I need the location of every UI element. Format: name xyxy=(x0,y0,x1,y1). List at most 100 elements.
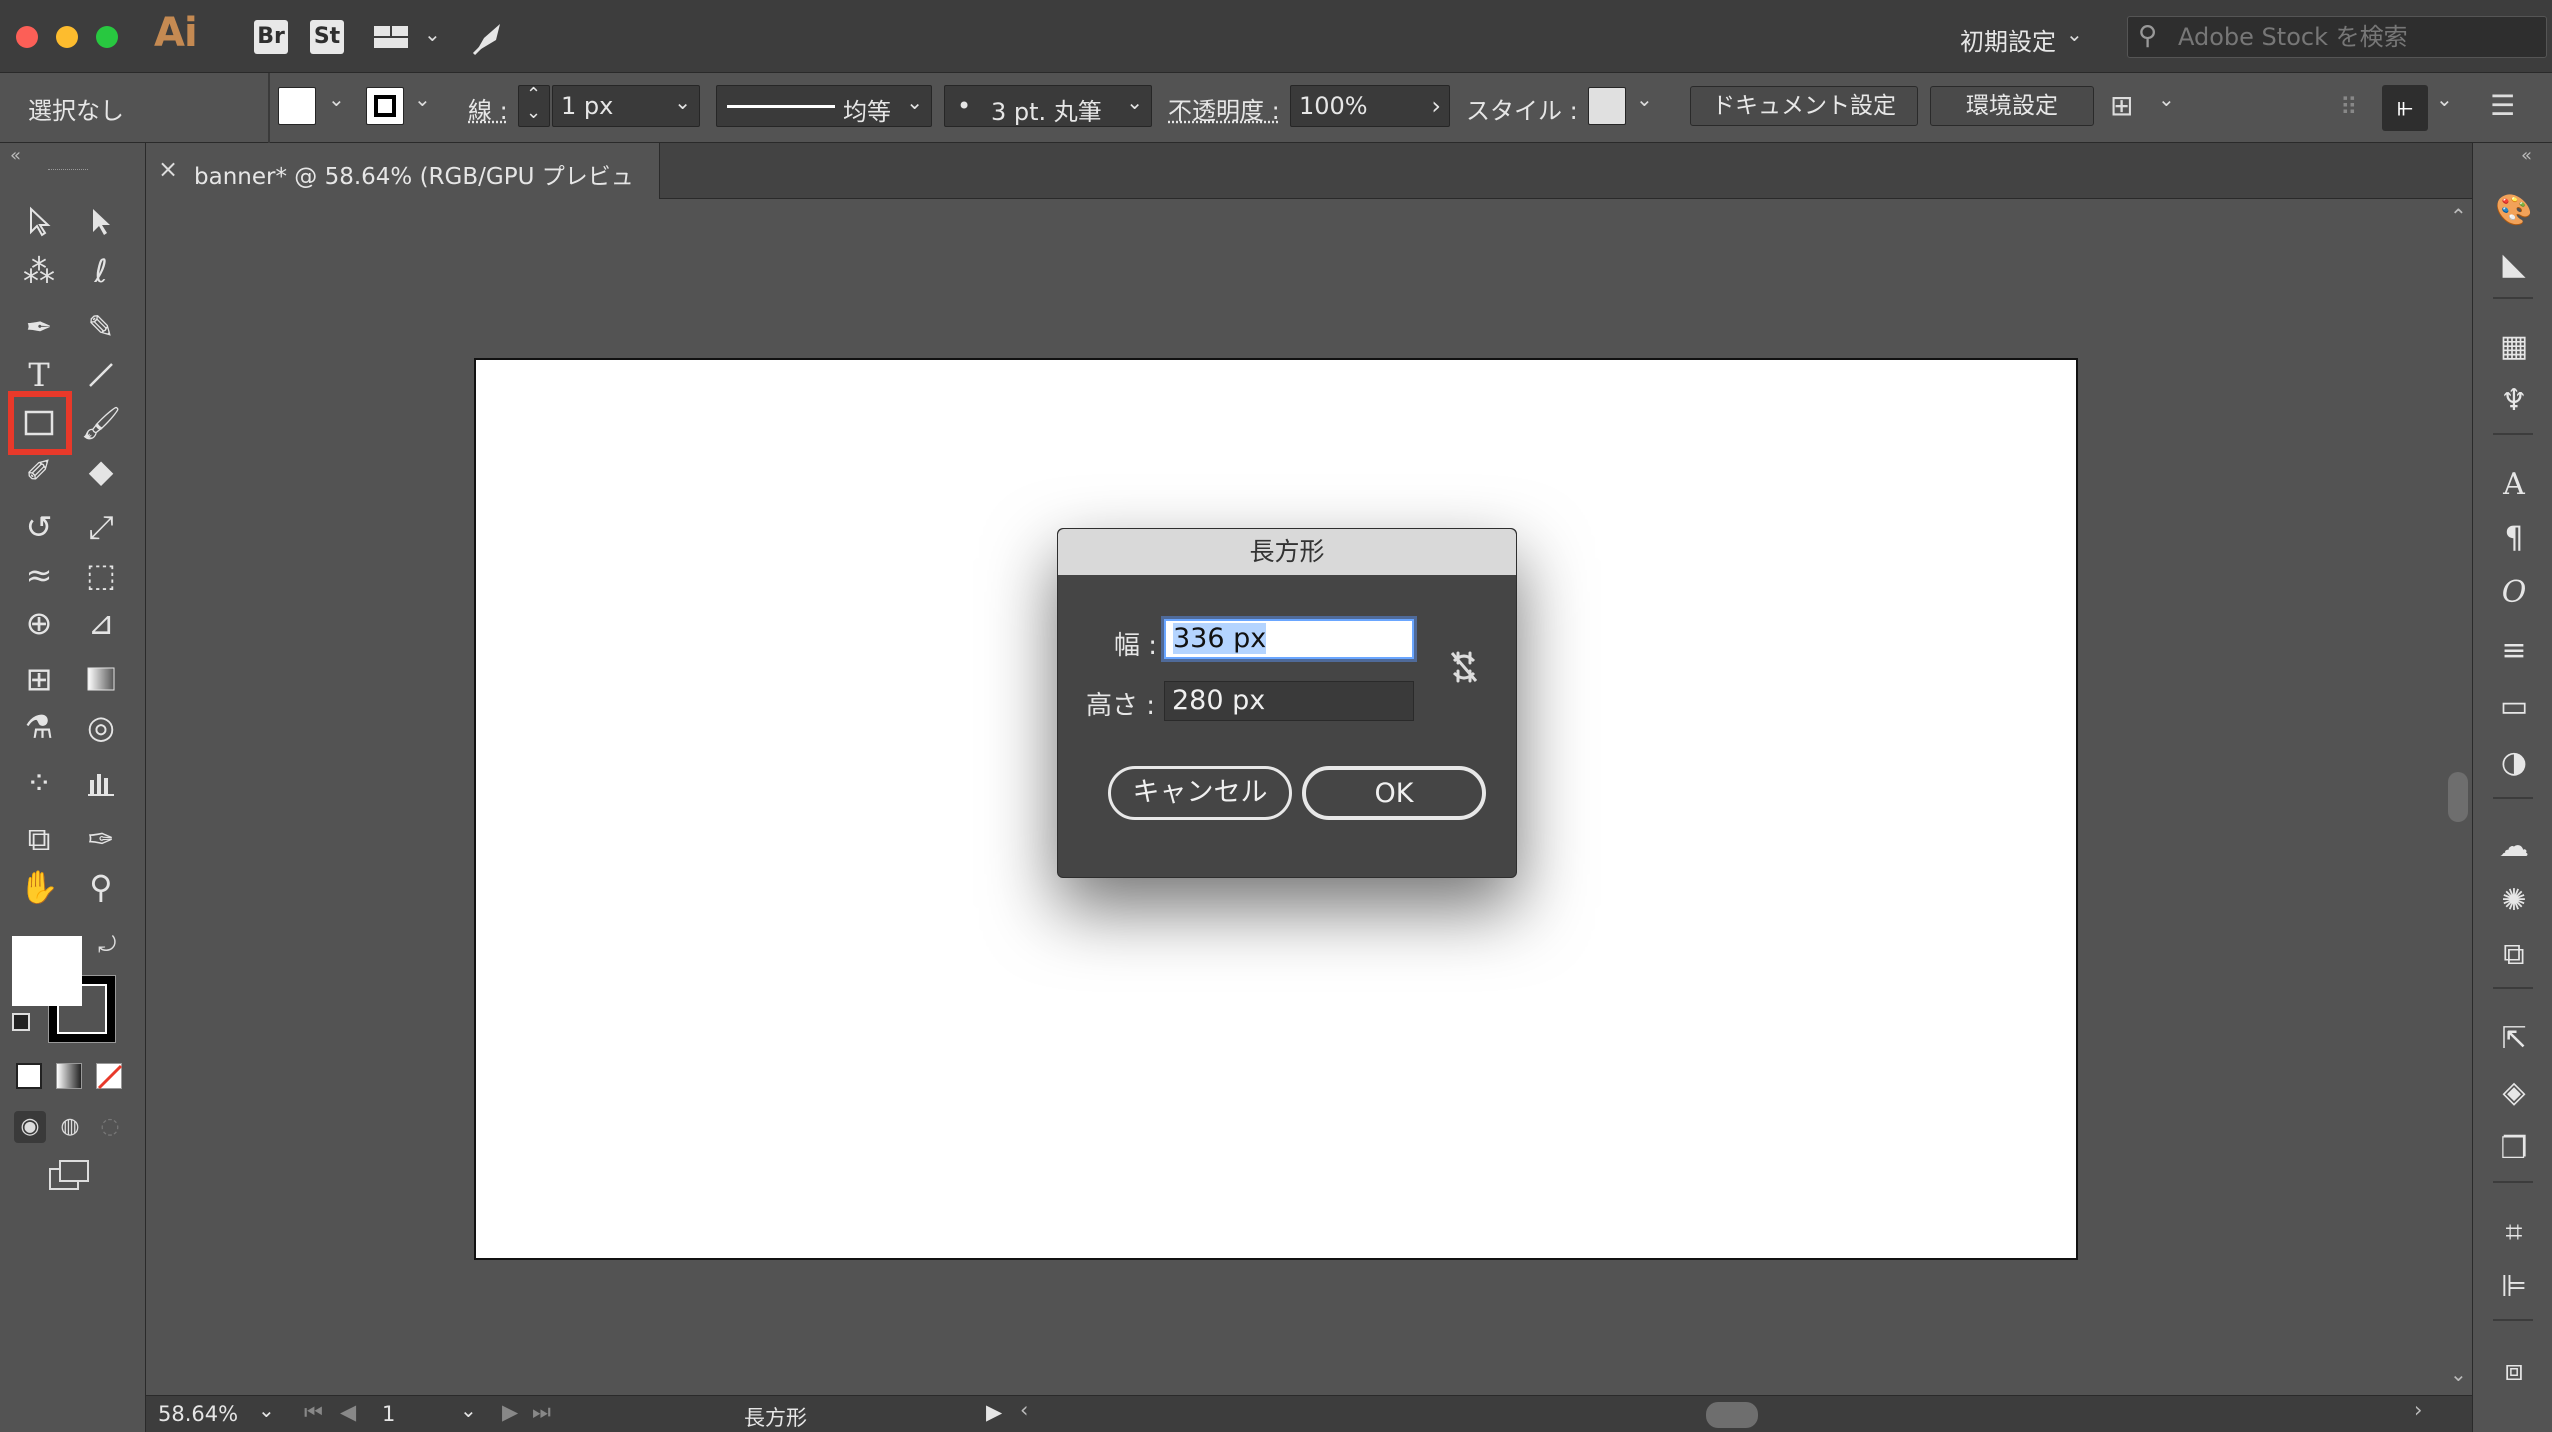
shaper-tool-icon[interactable]: ✐ xyxy=(14,449,64,493)
chevron-down-icon[interactable]: ⌄ xyxy=(258,1398,275,1422)
chevron-down-icon[interactable]: ⌄ xyxy=(328,87,345,111)
magic-wand-tool-icon[interactable]: ⁂ xyxy=(14,249,64,293)
align-to-icon[interactable]: ⊞ xyxy=(2110,89,2150,129)
chevron-down-icon[interactable]: ⌄ xyxy=(2158,87,2175,111)
ok-button[interactable]: OK xyxy=(1302,766,1486,820)
eraser-tool-icon[interactable]: ◆ xyxy=(76,449,126,493)
stock-search-box[interactable]: ⚲ xyxy=(2127,16,2547,58)
zoom-tool-icon[interactable]: ⚲ xyxy=(76,865,126,909)
shape-builder-tool-icon[interactable]: ⊕ xyxy=(14,601,64,645)
panel-menu-icon[interactable]: ☰ xyxy=(2490,89,2515,122)
horizontal-scroll-thumb[interactable] xyxy=(1706,1402,1758,1428)
draw-normal-icon[interactable]: ◉ xyxy=(14,1111,46,1143)
perspective-grid-tool-icon[interactable]: ⊿ xyxy=(76,601,126,645)
vertical-scrollbar[interactable]: ⌃ ⌄ xyxy=(2446,200,2472,1395)
mesh-tool-icon[interactable]: ⊞ xyxy=(14,657,64,701)
vertical-scroll-thumb[interactable] xyxy=(2448,772,2468,822)
chevron-down-icon[interactable]: ⌄ xyxy=(424,22,441,46)
collapse-panel-icon[interactable]: « xyxy=(10,145,21,166)
stock-button[interactable]: St xyxy=(310,20,344,54)
opentype-panel-icon[interactable]: O xyxy=(2495,573,2533,611)
previous-artboard-icon[interactable]: ◀ xyxy=(340,1400,356,1424)
swap-fill-stroke-icon[interactable]: ⤾ xyxy=(98,933,116,958)
gradient-panel-icon[interactable]: ▭ xyxy=(2495,687,2533,725)
width-input[interactable]: 336 px xyxy=(1164,619,1414,659)
draw-behind-icon[interactable]: ◍ xyxy=(54,1111,86,1143)
gradient-tool-icon[interactable] xyxy=(76,657,126,701)
chevron-down-icon[interactable]: ⌄ xyxy=(414,87,431,111)
appearance-panel-icon[interactable]: ✺ xyxy=(2495,881,2533,919)
zoom-level[interactable]: 58.64% xyxy=(158,1402,238,1426)
artboard-tool-icon[interactable]: ⧉ xyxy=(14,817,64,861)
transform-panel-icon[interactable]: ⌗ xyxy=(2495,1213,2533,1251)
opacity-field[interactable]: 100% › xyxy=(1290,85,1450,127)
swatches-panel-icon[interactable]: ▦ xyxy=(2495,327,2533,365)
fill-color-swatch[interactable] xyxy=(278,87,316,125)
graphic-style-swatch[interactable] xyxy=(1588,87,1626,125)
scroll-right-icon[interactable]: › xyxy=(2414,1398,2422,1422)
graphic-styles-panel-icon[interactable]: ⧉ xyxy=(2495,935,2533,973)
character-panel-icon[interactable]: A xyxy=(2495,465,2533,503)
pathfinder-panel-icon[interactable]: ⧈ xyxy=(2495,1351,2533,1389)
fill-swatch-front[interactable] xyxy=(12,936,82,1006)
expand-panels-icon[interactable]: « xyxy=(2521,145,2532,166)
stroke-weight-stepper[interactable]: ⌃ ⌄ xyxy=(518,84,550,127)
scroll-up-icon[interactable]: ⌃ xyxy=(2450,204,2467,228)
hand-tool-icon[interactable]: ✋ xyxy=(14,865,64,909)
opacity-label[interactable]: 不透明度 : xyxy=(1168,91,1280,126)
stock-search-input[interactable] xyxy=(2178,21,2538,53)
chevron-down-icon[interactable]: ⌄ xyxy=(2436,87,2453,111)
arrange-documents-icon[interactable] xyxy=(372,22,412,52)
pen-tool-icon[interactable]: ✒ xyxy=(14,305,64,349)
paintbrush-tool-icon[interactable]: 🖌 xyxy=(76,401,126,445)
workspace-switcher[interactable]: 初期設定 xyxy=(1960,22,2056,57)
direct-selection-tool-icon[interactable] xyxy=(76,199,126,243)
constrain-proportions-icon[interactable] xyxy=(1444,647,1484,687)
paragraph-panel-icon[interactable]: ¶ xyxy=(2495,519,2533,557)
artboards-panel-icon[interactable]: ❐ xyxy=(2495,1129,2533,1167)
stroke-label[interactable]: 線 : xyxy=(468,91,508,126)
stroke-weight-field[interactable]: 1 px ⌄ xyxy=(552,85,700,127)
cancel-button[interactable]: キャンセル xyxy=(1108,766,1292,820)
line-segment-tool-icon[interactable] xyxy=(76,353,126,397)
color-guide-icon[interactable]: ◣ xyxy=(2495,245,2533,283)
chevron-down-icon[interactable]: ⌄ xyxy=(1636,87,1653,111)
width-tool-icon[interactable]: ≈ xyxy=(14,553,64,597)
artboard-number[interactable]: 1 xyxy=(382,1402,395,1426)
last-artboard-icon[interactable]: ⏭ xyxy=(532,1400,551,1425)
curvature-tool-icon[interactable]: ✎ xyxy=(76,305,126,349)
document-settings-button[interactable]: ドキュメント設定 xyxy=(1690,86,1918,126)
brushes-panel-icon[interactable]: ♆ xyxy=(2495,381,2533,419)
chevron-down-icon[interactable]: ⌄ xyxy=(460,1398,477,1422)
selection-tool-icon[interactable] xyxy=(14,199,64,243)
close-tab-icon[interactable]: × xyxy=(158,155,178,183)
close-window-button[interactable] xyxy=(16,26,38,48)
scroll-left-icon[interactable]: ‹ xyxy=(1020,1398,1028,1422)
height-input[interactable]: 280 px xyxy=(1164,681,1414,721)
chevron-down-icon[interactable]: ⌄ xyxy=(2066,22,2083,46)
transparency-panel-icon[interactable]: ◑ xyxy=(2495,743,2533,781)
slice-tool-icon[interactable]: ✑ xyxy=(76,817,126,861)
document-tab[interactable]: × banner* @ 58.64% (RGB/GPU プレビュー) xyxy=(146,143,660,224)
bridge-button[interactable]: Br xyxy=(254,20,288,54)
column-graph-tool-icon[interactable] xyxy=(76,761,126,805)
symbol-sprayer-tool-icon[interactable]: ⁘ xyxy=(14,761,64,805)
gradient-mode-icon[interactable] xyxy=(56,1063,82,1089)
none-mode-icon[interactable] xyxy=(96,1063,123,1090)
stroke-color-swatch[interactable] xyxy=(366,87,404,125)
scroll-down-icon[interactable]: ⌄ xyxy=(2450,1362,2467,1386)
export-panel-icon[interactable]: ⇱ xyxy=(2495,1019,2533,1057)
next-artboard-icon[interactable]: ▶ xyxy=(502,1400,518,1424)
stroke-panel-icon[interactable]: ≡ xyxy=(2495,631,2533,669)
blend-tool-icon[interactable]: ◎ xyxy=(76,705,126,749)
panel-grip[interactable] xyxy=(48,169,88,173)
color-panel-icon[interactable]: 🎨 xyxy=(2495,191,2533,229)
first-artboard-icon[interactable]: ⏮ xyxy=(304,1400,323,1425)
screen-mode-icon[interactable] xyxy=(46,1157,94,1193)
grid-view-icon[interactable]: ⠿ xyxy=(2340,93,2366,121)
libraries-panel-icon[interactable]: ☁ xyxy=(2495,827,2533,865)
scale-tool-icon[interactable]: ⤢ xyxy=(76,505,126,549)
brush-definition[interactable]: • 3 pt. 丸筆 ⌄ xyxy=(944,85,1152,127)
lasso-tool-icon[interactable]: ℓ xyxy=(76,249,126,293)
layers-panel-icon[interactable]: ◈ xyxy=(2495,1073,2533,1111)
